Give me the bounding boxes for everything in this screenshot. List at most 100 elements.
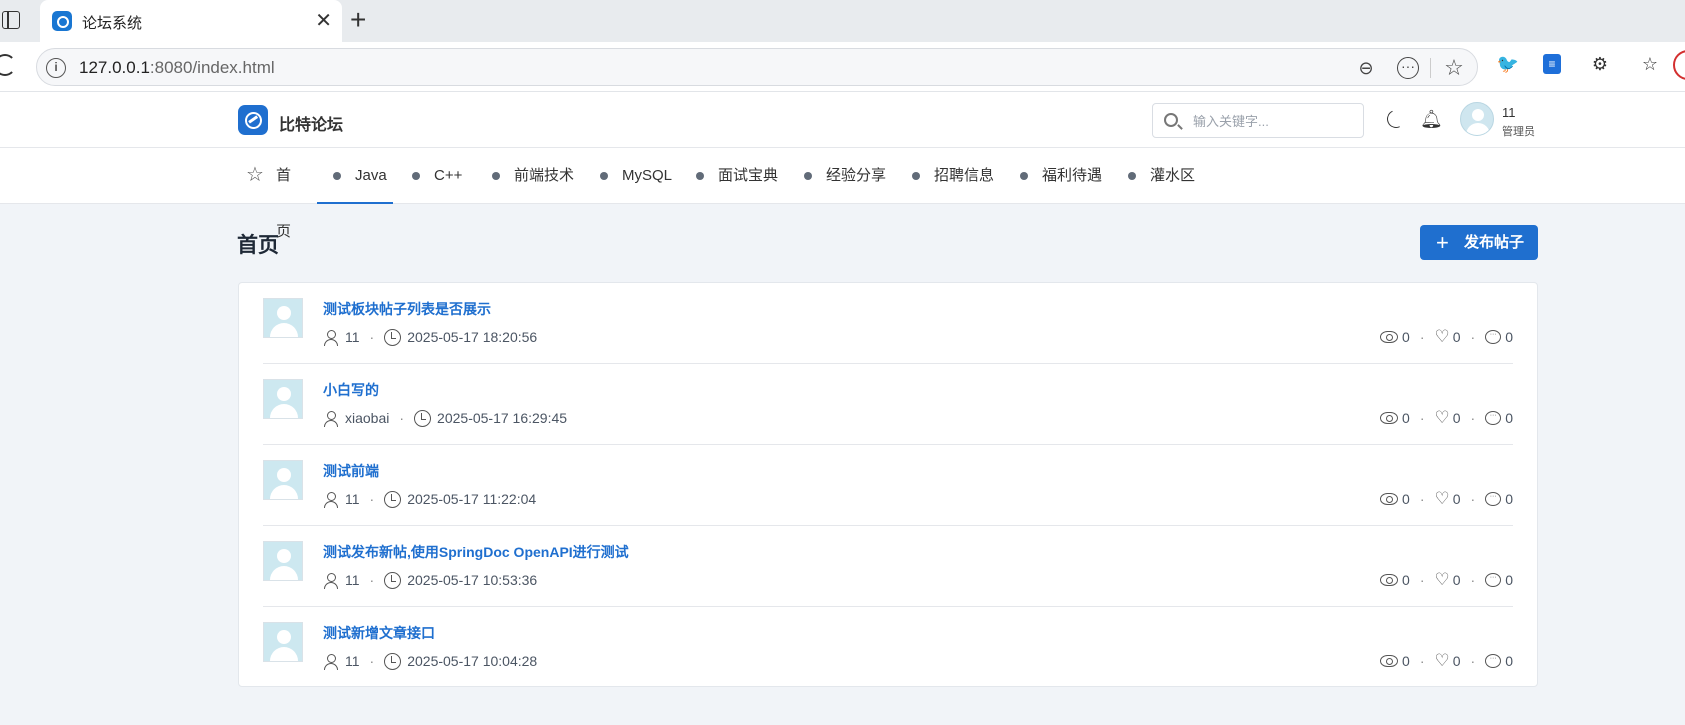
nav-item-jobs[interactable]: 招聘信息 bbox=[910, 148, 1010, 204]
comment-icon: ··· bbox=[1485, 492, 1502, 507]
post-author[interactable]: xiaobai bbox=[345, 408, 389, 428]
post-title[interactable]: 测试新增文章接口 bbox=[323, 623, 435, 643]
bullet-dot-icon bbox=[1020, 172, 1028, 180]
post-time: 2025-05-17 10:04:28 bbox=[407, 653, 538, 670]
heart-icon: ♡ bbox=[1434, 489, 1450, 509]
nav-item-interview[interactable]: 面试宝典 bbox=[694, 148, 794, 204]
page-title: 首页 bbox=[237, 234, 279, 257]
bookmark-star-icon[interactable]: ☆ bbox=[1443, 57, 1465, 79]
extension-translate-icon[interactable]: ≡ bbox=[1543, 54, 1561, 74]
meta-separator: · bbox=[1470, 491, 1476, 508]
meta-separator: · bbox=[1470, 572, 1476, 589]
nav-item-label: 首页 bbox=[276, 167, 292, 240]
favorites-icon[interactable]: ☆ bbox=[1638, 52, 1662, 76]
clock-icon bbox=[384, 328, 402, 346]
post-title[interactable]: 小白写的 bbox=[323, 380, 379, 400]
site-brand[interactable]: 比特论坛 bbox=[279, 111, 343, 135]
eye-icon bbox=[1380, 493, 1399, 506]
list-item[interactable]: 测试板块帖子列表是否展示 11 · 2025-05-17 18:20:56 0 · ♡ 0… bbox=[263, 283, 1513, 364]
zoom-out-icon[interactable]: ⊖ bbox=[1355, 57, 1377, 79]
post-time: 2025-05-17 18:20:56 bbox=[407, 329, 538, 346]
avatar[interactable] bbox=[263, 460, 303, 500]
address-bar[interactable]: i 127.0.0.1:8080/index.html ⊖ ··· ☆ bbox=[36, 48, 1478, 86]
reply-count: 0 bbox=[1505, 572, 1513, 589]
reload-icon[interactable] bbox=[0, 54, 16, 76]
bullet-dot-icon bbox=[696, 172, 704, 180]
heart-icon: ♡ bbox=[1434, 327, 1450, 347]
search-box[interactable] bbox=[1152, 103, 1364, 138]
post-author[interactable]: 11 bbox=[345, 327, 360, 347]
post-meta: 11 · 2025-05-17 10:53:36 bbox=[323, 569, 537, 590]
nav-item-label: MySQL bbox=[622, 167, 673, 184]
nav-item-experience[interactable]: 经验分享 bbox=[802, 148, 902, 204]
meta-separator: · bbox=[399, 410, 405, 427]
meta-separator: · bbox=[369, 653, 375, 670]
user-avatar[interactable] bbox=[1460, 102, 1494, 136]
post-author[interactable]: 11 bbox=[345, 489, 360, 509]
extension-bird-icon[interactable]: 🐦 bbox=[1496, 52, 1520, 76]
heart-icon: ♡ bbox=[1434, 651, 1450, 671]
heart-icon: ♡ bbox=[1434, 570, 1450, 590]
meta-separator: · bbox=[1419, 329, 1425, 346]
dark-mode-moon-icon[interactable] bbox=[1384, 107, 1408, 131]
browser-tab[interactable]: 论坛系统 ✕ bbox=[40, 0, 342, 42]
sidebar-toggle-icon[interactable] bbox=[2, 11, 20, 29]
post-meta: xiaobai · 2025-05-17 16:29:45 bbox=[323, 407, 568, 428]
site-logo-icon[interactable] bbox=[238, 105, 268, 135]
post-title[interactable]: 测试前端 bbox=[323, 461, 379, 481]
meta-separator: · bbox=[1470, 653, 1476, 670]
avatar[interactable] bbox=[263, 541, 303, 581]
avatar[interactable] bbox=[263, 379, 303, 419]
list-item[interactable]: 测试新增文章接口 11 · 2025-05-17 10:04:28 0 · ♡ 0 · ···… bbox=[263, 607, 1513, 688]
extensions-puzzle-icon[interactable]: ⚙ bbox=[1588, 52, 1612, 76]
post-title[interactable]: 测试板块帖子列表是否展示 bbox=[323, 299, 491, 319]
post-time: 2025-05-17 16:29:45 bbox=[437, 410, 568, 427]
nav-item-mysql[interactable]: MySQL bbox=[598, 148, 688, 204]
user-icon bbox=[323, 329, 339, 347]
list-item[interactable]: 测试前端 11 · 2025-05-17 11:22:04 0 · ♡ 0 · ··· 0 bbox=[263, 445, 1513, 526]
url-text[interactable]: 127.0.0.1:8080/index.html bbox=[79, 58, 275, 78]
view-count: 0 bbox=[1402, 653, 1410, 670]
new-tab-icon[interactable]: + bbox=[350, 4, 366, 36]
clock-icon bbox=[384, 490, 402, 508]
user-icon bbox=[323, 572, 339, 590]
nav-item-benefits[interactable]: 福利待遇 bbox=[1018, 148, 1118, 204]
view-count: 0 bbox=[1402, 572, 1410, 589]
site-favicon-icon bbox=[52, 11, 72, 31]
avatar[interactable] bbox=[263, 298, 303, 338]
nav-item-label: 经验分享 bbox=[826, 167, 887, 184]
like-count: 0 bbox=[1452, 572, 1461, 589]
post-time: 2025-05-17 11:22:04 bbox=[407, 491, 537, 508]
nav-item-java[interactable]: Java bbox=[317, 148, 393, 204]
user-name[interactable]: 11 bbox=[1502, 105, 1516, 120]
avatar[interactable] bbox=[263, 622, 303, 662]
nav-item-label: Java bbox=[355, 167, 387, 184]
nav-item-label: 灌水区 bbox=[1150, 167, 1196, 184]
list-item[interactable]: 小白写的 xiaobai · 2025-05-17 16:29:45 0 · ♡ 0 · ··… bbox=[263, 364, 1513, 445]
nav-item-label: C++ bbox=[434, 167, 463, 184]
nav-item-home[interactable]: ☆ 首页 bbox=[236, 148, 302, 240]
clock-icon bbox=[384, 571, 402, 589]
site-info-icon[interactable]: i bbox=[46, 58, 66, 78]
search-input[interactable] bbox=[1193, 111, 1353, 131]
publish-post-button[interactable]: + 发布帖子 bbox=[1420, 225, 1538, 260]
meta-separator: · bbox=[1470, 410, 1476, 427]
view-count: 0 bbox=[1402, 491, 1410, 508]
toolbar-divider bbox=[1430, 58, 1431, 78]
post-author[interactable]: 11 bbox=[345, 570, 360, 590]
post-title[interactable]: 测试发布新帖,使用SpringDoc OpenAPI进行测试 bbox=[323, 542, 629, 562]
nav-item-water[interactable]: 灌水区 bbox=[1126, 148, 1216, 204]
close-tab-icon[interactable]: ✕ bbox=[315, 8, 332, 33]
notification-bell-icon[interactable]: 🔔︎ bbox=[1420, 109, 1443, 130]
profile-icon[interactable] bbox=[1673, 50, 1685, 80]
nav-item-frontend[interactable]: 前端技术 bbox=[490, 148, 590, 204]
post-meta: 11 · 2025-05-17 10:04:28 bbox=[323, 650, 538, 671]
post-author[interactable]: 11 bbox=[345, 651, 360, 671]
more-options-icon[interactable]: ··· bbox=[1397, 57, 1419, 79]
heart-icon: ♡ bbox=[1434, 408, 1450, 428]
meta-separator: · bbox=[1419, 410, 1425, 427]
clock-icon bbox=[384, 652, 402, 670]
nav-item-cpp[interactable]: C++ bbox=[410, 148, 490, 204]
list-item[interactable]: 测试发布新帖,使用SpringDoc OpenAPI进行测试 11 · 2025-0… bbox=[263, 526, 1513, 607]
user-icon bbox=[323, 653, 339, 671]
